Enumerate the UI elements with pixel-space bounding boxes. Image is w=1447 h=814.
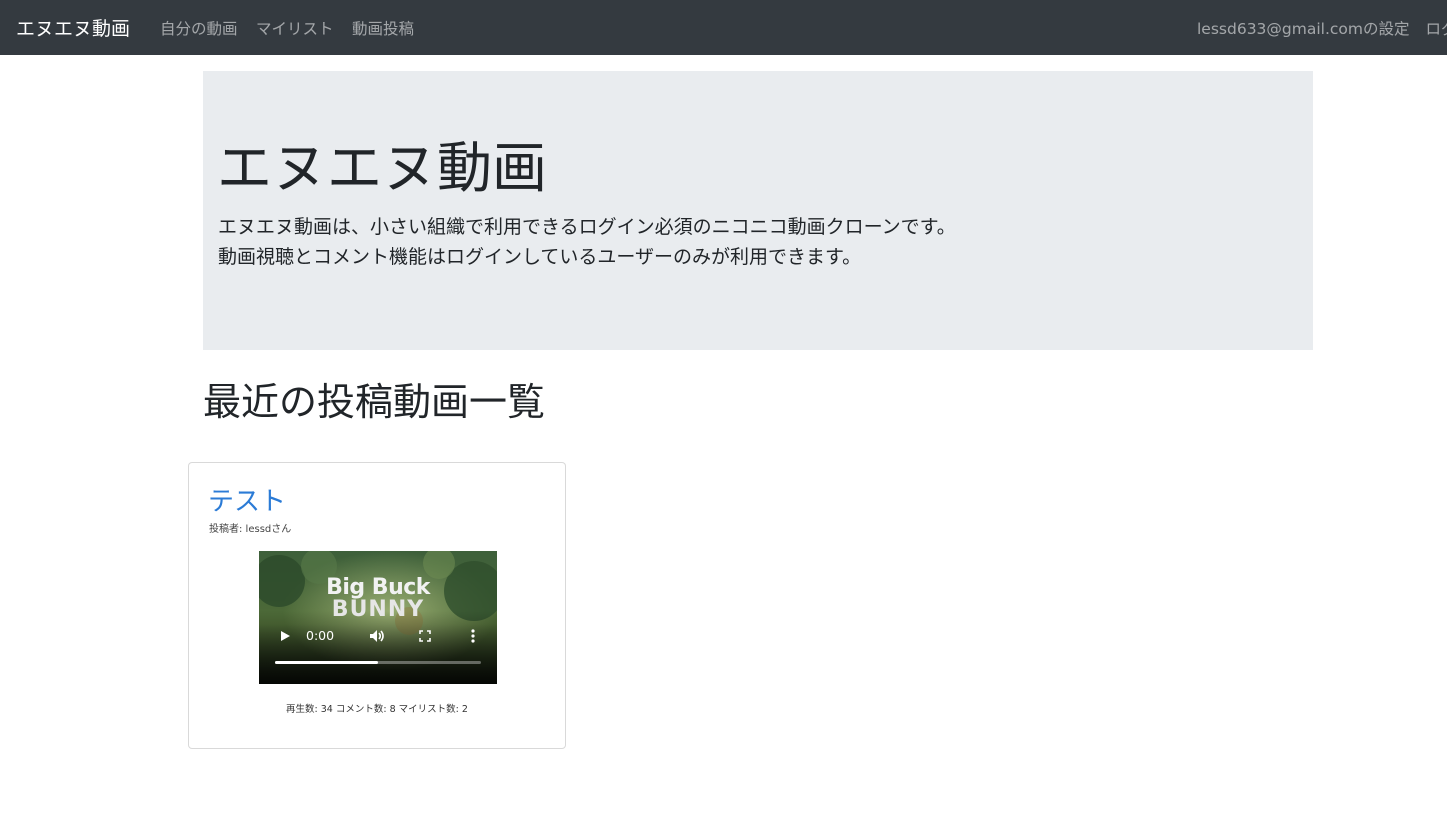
navbar: エヌエヌ動画 自分の動画 マイリスト 動画投稿 lessd633@gmail.c… — [0, 0, 1447, 55]
nav-right: lessd633@gmail.comの設定ログアウト — [1197, 17, 1447, 39]
fullscreen-icon[interactable] — [419, 630, 431, 642]
play-icon[interactable] — [279, 630, 291, 642]
video-author: 投稿者: lessdさん — [209, 524, 292, 535]
video-player[interactable]: Big Buck BUNNY 0:00 — [259, 551, 497, 684]
jumbotron-description-line1: エヌエヌ動画は、小さい組織で利用できるログイン必須のニコニコ動画クローンです。 — [218, 216, 956, 238]
nav-my-videos[interactable]: 自分の動画 — [160, 17, 238, 39]
poster-title-line1: Big Buck — [326, 575, 430, 600]
jumbotron-description-line2: 動画視聴とコメント機能はログインしているユーザーのみが利用できます。 — [218, 246, 862, 268]
video-title-link[interactable]: テスト — [208, 481, 286, 518]
volume-icon[interactable] — [369, 629, 385, 643]
video-progress-track[interactable] — [275, 661, 481, 664]
nav-logout[interactable]: ログアウト — [1426, 20, 1447, 38]
recent-videos-heading: 最近の投稿動画一覧 — [203, 380, 546, 424]
more-options-icon[interactable] — [470, 629, 476, 643]
jumbotron: エヌエヌ動画 エヌエヌ動画は、小さい組織で利用できるログイン必須のニコニコ動画ク… — [203, 71, 1313, 350]
brand-link[interactable]: エヌエヌ動画 — [16, 14, 130, 41]
jumbotron-title: エヌエヌ動画 — [217, 136, 548, 200]
video-progress-fill — [275, 661, 378, 664]
nav-account-settings[interactable]: lessd633@gmail.comの設定 — [1197, 20, 1410, 38]
nav-upload[interactable]: 動画投稿 — [352, 17, 414, 39]
video-stats: 再生数: 34 コメント数: 8 マイリスト数: 2 — [286, 704, 468, 715]
video-time: 0:00 — [306, 628, 335, 643]
nav-mylist[interactable]: マイリスト — [256, 17, 334, 39]
video-card: テスト 投稿者: lessdさん Big Buck BUNNY 0:00 再生数… — [188, 462, 566, 749]
poster-title-line2: BUNNY — [331, 597, 425, 622]
